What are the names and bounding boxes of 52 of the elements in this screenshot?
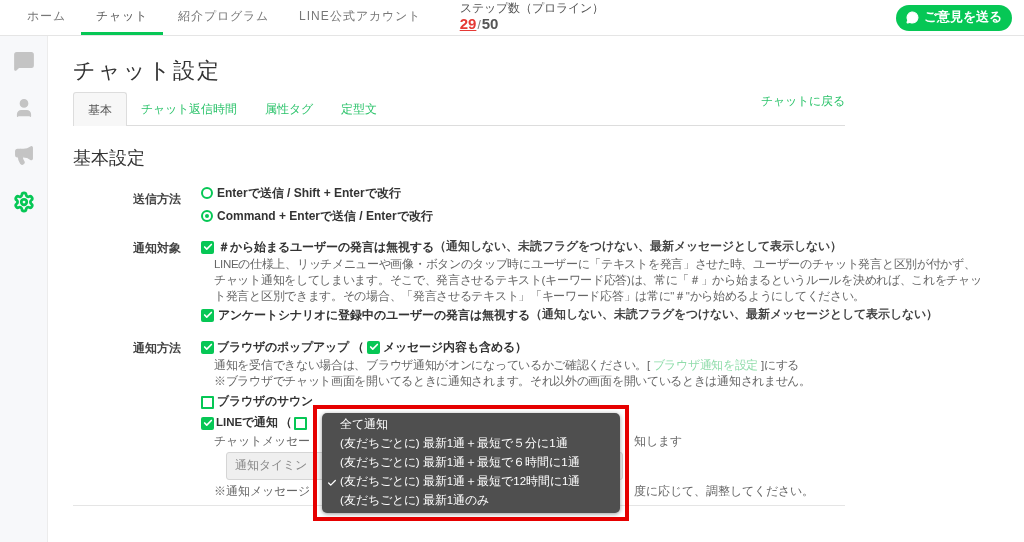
settings-tab[interactable]: 基本 [73,92,127,126]
checkbox[interactable] [201,395,214,409]
parenthesis: ） [515,339,527,356]
help-text: ※ブラウザでチャット画面を開いてるときに通知されます。それ以外の画面を開いているときは通知されません。 [214,374,812,389]
help-text: 度に応じて、調整してください。 [634,484,814,499]
settings-icon[interactable] [12,191,35,213]
step-count-separator: / [477,16,481,34]
setting-label: 通知方法 [132,340,182,357]
radio-label[interactable]: Enterで送信 / Shift + Enterで改行 [217,183,401,202]
checkbox[interactable] [201,416,214,430]
checkbox-label[interactable]: LINEで通知 [216,414,279,432]
dropdown-option[interactable]: (友だちごとに) 最新1通＋最短で５分に1通 [322,434,620,454]
radio-label[interactable]: Command + Enterで送信 / Enterで改行 [217,206,433,225]
setting-label: 送信方法 [132,191,182,208]
nav-tab[interactable]: チャット [81,0,163,35]
section-title: 基本設定 [73,147,146,170]
checkbox[interactable] [294,416,308,430]
dropdown-option[interactable]: (友だちごとに) 最新1通のみ [322,491,620,511]
checkbox-label[interactable]: ブラウザのサウン [217,393,313,411]
checkbox-label[interactable]: メッセージ内容も含める [383,338,515,356]
checkbox[interactable] [367,340,380,354]
dropdown-option[interactable]: (友だちごとに) 最新1通＋最短で６時間に1通 [322,453,620,473]
nav-tab[interactable]: 紹介プログラム [163,0,284,35]
checkbox-note: （通知しない、未読フラグをつけない、最新メッセージとして表示しない） [530,306,938,323]
checkbox-note: （通知しない、未読フラグをつけない、最新メッセージとして表示しない） [434,238,842,255]
checkbox[interactable] [201,308,214,322]
checkbox-label[interactable]: ブラウザのポップアップ [217,338,349,356]
checkbox-label[interactable]: アンケートシナリオに登録中のユーザーの発言は無視する [218,306,530,324]
step-count-total: 50 [481,14,499,33]
checkbox[interactable] [201,340,214,354]
radio-button[interactable] [201,186,213,199]
parenthesis: （ [352,339,364,356]
description-text: LINEの仕様上、リッチメニューや画像・ボタンのタップ時にユーザーに「テキストを発言」させた時、ユーザーのチャット発言と区別が付かず、 チャット通知をしてしまいます。そこで、発言させるテキスト(キーワード応答)は、常に「＃」から始まるというルールを決めれば、これをチャッ ト発言と区別できます。その場合、「発言させるテキスト」「キーワード応答」は常に"＃"から始めるようにしてください。 [213,257,982,304]
help-text: チャットメッセー [214,435,310,447]
help-text: 知します [634,434,682,449]
megaphone-icon[interactable] [12,144,35,166]
dropdown-option[interactable]: 全て通知 [322,415,620,435]
setting-label: 通知対象 [132,240,182,257]
nav-tab[interactable]: ホーム [12,0,81,35]
checkbox-label[interactable]: ＃から始まるユーザーの発言は無視する [218,238,434,256]
help-text: ※通知メッセージ [214,485,310,497]
dropdown-option[interactable]: (友だちごとに) 最新1通＋最短で12時間に1通 [322,472,620,492]
speech-bubble-icon [906,11,919,24]
checkbox[interactable] [201,240,214,254]
step-count-label: ステップ数（プロライン） [459,1,604,15]
step-count-used: 29 [459,14,477,33]
nav-tab[interactable]: LINE公式アカウント [284,0,436,35]
page-title: チャット設定 [73,57,222,85]
chat-icon[interactable] [12,50,35,72]
parenthesis: （ [280,415,293,431]
help-text: 通知を受信できない場合は、ブラウザ通知がオンになっているかご確認ください。[ ブラウザ通知を設定 ]にする [214,358,800,373]
radio-button[interactable] [201,209,213,222]
